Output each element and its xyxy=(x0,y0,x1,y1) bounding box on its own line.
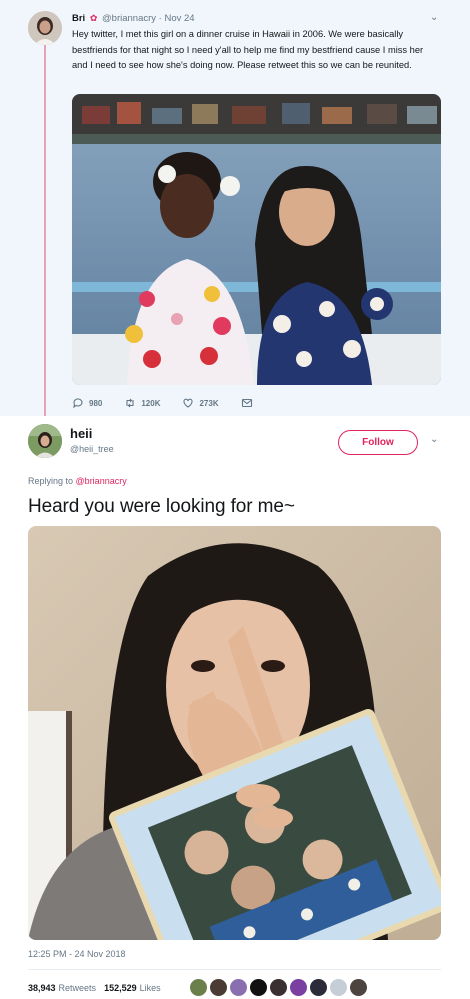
tweet-photo[interactable] xyxy=(28,526,441,940)
retweets-label[interactable]: Retweets xyxy=(59,983,97,993)
liker-avatar[interactable] xyxy=(330,979,347,996)
retweet-count: 120K xyxy=(141,398,161,408)
replying-to: Replying to @briannacry xyxy=(28,476,127,486)
tweet-date[interactable]: Nov 24 xyxy=(164,13,194,24)
replying-to-label: Replying to xyxy=(28,476,74,486)
like-total[interactable]: 152,529 xyxy=(104,983,137,993)
liker-avatar[interactable] xyxy=(270,979,287,996)
tweet-photo[interactable] xyxy=(72,94,441,385)
user-handle[interactable]: @heii_tree xyxy=(70,444,114,454)
original-tweet[interactable]: Bri ✿ @briannacry · Nov 24 ⌄ Hey twitter… xyxy=(0,0,470,420)
liker-avatar[interactable] xyxy=(310,979,327,996)
reply-action[interactable]: 980 xyxy=(72,397,102,409)
liker-avatar[interactable] xyxy=(350,979,367,996)
reply-tweet[interactable]: heii @heii_tree Follow ⌄ Replying to @br… xyxy=(0,416,470,999)
follow-button[interactable]: Follow xyxy=(338,430,418,455)
thread-connector-line xyxy=(44,44,46,420)
tweet-header: Bri ✿ @briannacry · Nov 24 xyxy=(72,13,195,24)
envelope-icon xyxy=(241,398,252,408)
tweet-text: Hey twitter, I met this girl on a dinner… xyxy=(72,29,424,70)
liker-avatars xyxy=(190,979,367,996)
avatar[interactable] xyxy=(28,424,62,458)
retweet-icon xyxy=(126,398,134,408)
avatar[interactable] xyxy=(28,11,62,45)
chevron-down-icon[interactable]: ⌄ xyxy=(430,434,438,445)
liker-avatar[interactable] xyxy=(250,979,267,996)
heart-icon xyxy=(183,398,194,408)
like-count: 273K xyxy=(199,398,219,408)
divider xyxy=(28,969,441,970)
display-name[interactable]: Bri xyxy=(72,13,85,24)
likes-label[interactable]: Likes xyxy=(140,983,161,993)
liker-avatar[interactable] xyxy=(290,979,307,996)
reply-count: 980 xyxy=(89,398,103,408)
replying-to-handle-link[interactable]: @briannacry xyxy=(76,476,127,486)
tweet-text: Heard you were looking for me~ xyxy=(28,496,295,517)
like-action[interactable]: 273K xyxy=(182,397,219,409)
retweet-action[interactable]: 120K xyxy=(124,397,160,409)
user-handle[interactable]: @briannacry xyxy=(102,13,156,24)
tweet-actions: 980 120K 273K xyxy=(72,397,275,409)
reply-icon xyxy=(73,398,83,409)
meta-separator: · xyxy=(158,13,162,24)
liker-avatar[interactable] xyxy=(190,979,207,996)
tweet-timestamp[interactable]: 12:25 PM - 24 Nov 2018 xyxy=(28,949,126,959)
engagement-stats: 38,943 Retweets 152,529 Likes xyxy=(28,983,161,993)
flower-emoji: ✿ xyxy=(89,13,98,23)
chevron-down-icon[interactable]: ⌄ xyxy=(430,12,438,23)
display-name[interactable]: heii xyxy=(70,426,92,441)
retweet-total[interactable]: 38,943 xyxy=(28,983,56,993)
liker-avatar[interactable] xyxy=(210,979,227,996)
direct-message-action[interactable] xyxy=(241,397,253,409)
liker-avatar[interactable] xyxy=(230,979,247,996)
